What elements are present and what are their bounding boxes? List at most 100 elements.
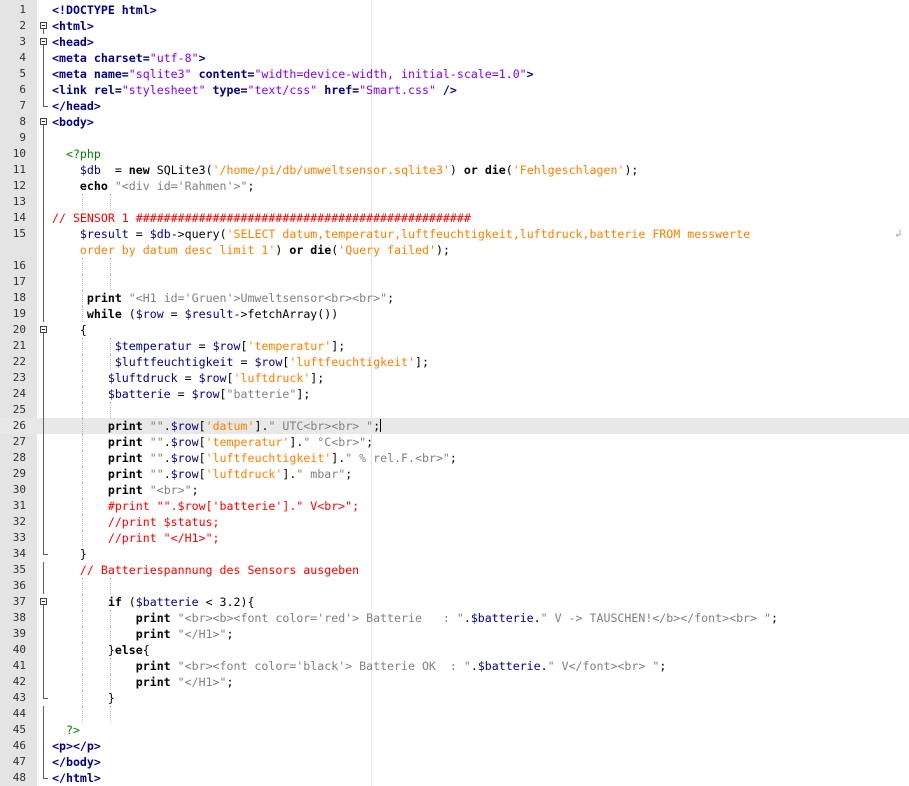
code-text[interactable]: $db = new SQLite3('/home/pi/db/umweltsen…	[52, 163, 639, 177]
code-text[interactable]: // SENSOR 1 ############################…	[52, 211, 471, 225]
code-line[interactable]: 17	[0, 274, 909, 290]
code-line[interactable]: 23 $luftdruck = $row['luftdruck'];	[0, 370, 909, 386]
fold-toggle-icon[interactable]	[40, 118, 47, 125]
code-text[interactable]: $batterie = $row["batterie"];	[52, 387, 310, 401]
code-text[interactable]: $temperatur = $row['temperatur'];	[52, 339, 345, 353]
code-line[interactable]: 31 #print "".$row['batterie']." V<br>";	[0, 498, 909, 514]
code-line[interactable]: 41 print "<br><font color='black'> Batte…	[0, 658, 909, 674]
code-line[interactable]: 13	[0, 194, 909, 210]
code-line[interactable]: 12 echo "<div id='Rahmen'>";	[0, 178, 909, 194]
code-line[interactable]: 1 <!DOCTYPE html>	[0, 2, 909, 18]
code-line[interactable]: 28 print "".$row['luftfeuchtigkeit']." %…	[0, 450, 909, 466]
code-text[interactable]: print "<H1 id='Gruen'>Umweltsensor<br><b…	[52, 291, 394, 305]
code-text[interactable]: <meta charset="utf-8">	[52, 51, 206, 65]
code-line[interactable]: 45 ?>	[0, 722, 909, 738]
code-line[interactable]: 44	[0, 706, 909, 722]
code-text[interactable]: //print $status;	[52, 515, 220, 529]
code-text[interactable]: //print "</H1>";	[52, 531, 220, 545]
code-line[interactable]: 27 print "".$row['temperatur']." °C<br>"…	[0, 434, 909, 450]
code-line[interactable]: 7 </head>	[0, 98, 909, 114]
code-line[interactable]: 36	[0, 578, 909, 594]
code-text[interactable]: <link rel="stylesheet" type="text/css" h…	[52, 83, 457, 97]
fold-toggle-icon[interactable]	[40, 598, 47, 605]
code-line[interactable]: 43 }	[0, 690, 909, 706]
code-text[interactable]: print "</H1>";	[52, 627, 234, 641]
code-line[interactable]: 19 while ($row = $result->fetchArray())	[0, 306, 909, 322]
code-line[interactable]: 20 {	[0, 322, 909, 338]
code-line[interactable]: 25	[0, 402, 909, 418]
code-text[interactable]: <head>	[52, 35, 94, 49]
code-text[interactable]: print "".$row['temperatur']." °C<br>";	[52, 435, 373, 449]
code-line[interactable]: 32 //print $status;	[0, 514, 909, 530]
code-line[interactable]: 29 print "".$row['luftdruck']." mbar";	[0, 466, 909, 482]
code-text[interactable]: <body>	[52, 115, 94, 129]
code-text[interactable]: print "<br>";	[52, 483, 199, 497]
code-line[interactable]: 8 <body>	[0, 114, 909, 130]
code-line[interactable]: 3 <head>	[0, 34, 909, 50]
code-line[interactable]: 35 // Batteriespannung des Sensors ausge…	[0, 562, 909, 578]
code-text[interactable]: <!DOCTYPE html>	[52, 3, 157, 17]
code-line[interactable]: 38 print "<br><b><font color='red'> Batt…	[0, 610, 909, 626]
code-text[interactable]: <p></p>	[52, 739, 101, 753]
code-text[interactable]: print "".$row['datum']." UTC<br><br> ";	[52, 419, 382, 433]
code-editor[interactable]: 1 <!DOCTYPE html> 2 <html> 3 <head> 4 <meta cha…	[0, 0, 909, 786]
code-text[interactable]: </head>	[52, 99, 101, 113]
code-line[interactable]: 39 print "</H1>";	[0, 626, 909, 642]
code-text[interactable]: </body>	[52, 755, 101, 769]
code-line[interactable]: 14 // SENSOR 1 ##########################…	[0, 210, 909, 226]
code-text[interactable]: }	[52, 691, 115, 705]
code-text[interactable]: {	[52, 323, 87, 337]
code-text[interactable]: }else{	[52, 643, 150, 657]
code-text[interactable]: while ($row = $result->fetchArray())	[52, 307, 338, 321]
code-line[interactable]: 10 <?php	[0, 146, 909, 162]
fold-toggle-icon[interactable]	[40, 326, 47, 333]
code-token: $db	[149, 227, 171, 241]
code-text[interactable]: <?php	[52, 147, 101, 161]
code-line[interactable]: 24 $batterie = $row["batterie"];	[0, 386, 909, 402]
code-text[interactable]: <html>	[52, 19, 94, 33]
code-text[interactable]: <meta name="sqlite3" content="width=devi…	[52, 67, 534, 81]
code-line[interactable]: 34 }	[0, 546, 909, 562]
code-line[interactable]: 15 $result = $db->query('SELECT datum,te…	[0, 226, 909, 242]
code-line[interactable]: 16	[0, 258, 909, 274]
code-line[interactable]: 18 print "<H1 id='Gruen'>Umweltsensor<br…	[0, 290, 909, 306]
code-text[interactable]: print "</H1>";	[52, 675, 234, 689]
code-line[interactable]: 9	[0, 130, 909, 146]
code-text[interactable]: $luftdruck = $row['luftdruck'];	[52, 371, 324, 385]
fold-toggle-icon[interactable]	[40, 38, 47, 45]
code-text[interactable]: // Batteriespannung des Sensors ausgeben	[52, 563, 359, 577]
code-text[interactable]: ?>	[52, 723, 80, 737]
code-text[interactable]: $result = $db->query('SELECT datum,tempe…	[52, 227, 750, 241]
code-line[interactable]: 6 <link rel="stylesheet" type="text/css" …	[0, 82, 909, 98]
code-line[interactable]: 5 <meta name="sqlite3" content="width=dev…	[0, 66, 909, 82]
code-lines[interactable]: 1 <!DOCTYPE html> 2 <html> 3 <head> 4 <meta cha…	[0, 2, 909, 786]
code-line[interactable]: 33 //print "</H1>";	[0, 530, 909, 546]
code-text[interactable]: }	[52, 547, 87, 561]
code-line[interactable]: 48 </html>	[0, 770, 909, 786]
code-text[interactable]: print "<br><b><font color='red'> Batteri…	[52, 611, 778, 625]
code-line[interactable]: 21 $temperatur = $row['temperatur'];	[0, 338, 909, 354]
code-text[interactable]: print "".$row['luftfeuchtigkeit']." % re…	[52, 451, 457, 465]
indent-guide	[82, 610, 83, 626]
fold-toggle-icon[interactable]	[40, 22, 47, 29]
code-line[interactable]: 11 $db = new SQLite3('/home/pi/db/umwelt…	[0, 162, 909, 178]
code-text[interactable]: #print "".$row['batterie']." V<br>";	[52, 499, 359, 513]
code-text[interactable]: $luftfeuchtigkeit = $row['luftfeuchtigke…	[52, 355, 429, 369]
code-text[interactable]: print "".$row['luftdruck']." mbar";	[52, 467, 352, 481]
code-line[interactable]: 22 $luftfeuchtigkeit = $row['luftfeuchti…	[0, 354, 909, 370]
code-line[interactable]: 4 <meta charset="utf-8">	[0, 50, 909, 66]
code-text[interactable]: echo "<div id='Rahmen'>";	[52, 179, 255, 193]
code-line[interactable]: 46 <p></p>	[0, 738, 909, 754]
code-line[interactable]: 37 if ($batterie < 3.2){	[0, 594, 909, 610]
code-text[interactable]: print "<br><font color='black'> Batterie…	[52, 659, 667, 673]
code-line[interactable]: 30 print "<br>";	[0, 482, 909, 498]
code-line[interactable]: 42 print "</H1>";	[0, 674, 909, 690]
code-line[interactable]: 2 <html>	[0, 18, 909, 34]
code-line[interactable]: 47 </body>	[0, 754, 909, 770]
code-text[interactable]: order by datum desc limit 1') or die('Qu…	[52, 243, 450, 257]
code-line[interactable]: 40 }else{	[0, 642, 909, 658]
code-line[interactable]: order by datum desc limit 1') or die('Qu…	[0, 242, 909, 258]
fold-line	[43, 658, 44, 674]
code-line[interactable]: 26 print "".$row['datum']." UTC<br><br> …	[0, 418, 909, 434]
code-text[interactable]: </html>	[52, 771, 101, 785]
